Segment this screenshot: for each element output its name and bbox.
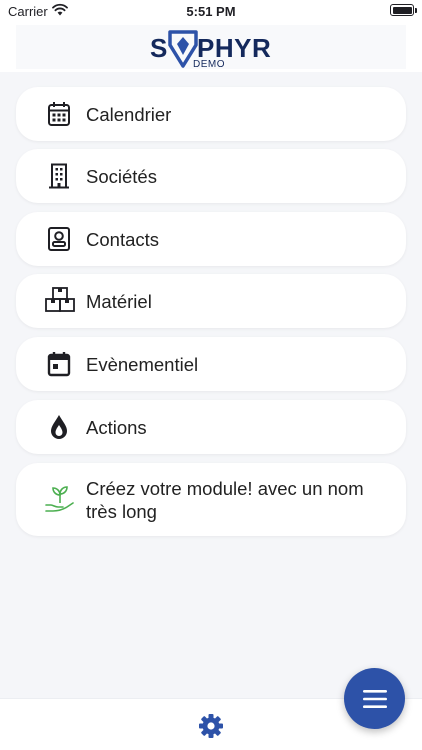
menu-item-evenementiel[interactable]: Evènementiel (16, 337, 406, 391)
app-logo: S PHYR DEMO (150, 29, 272, 71)
drop-icon (46, 414, 72, 440)
menu-item-actions[interactable]: Actions (16, 400, 406, 454)
menu-item-custom-module[interactable]: Créez votre module! avec un nom très lon… (16, 463, 406, 536)
calendar-grid-icon (46, 101, 72, 127)
logo-text-left: S (150, 33, 168, 63)
app-header: S PHYR DEMO (0, 22, 422, 72)
contact-card-icon (46, 226, 72, 252)
menu-item-calendrier[interactable]: Calendrier (16, 87, 406, 141)
menu-item-contacts[interactable]: Contacts (16, 212, 406, 266)
menu-item-materiel[interactable]: Matériel (16, 274, 406, 328)
status-time: 5:51 PM (186, 4, 236, 19)
boxes-icon (44, 287, 76, 313)
menu-item-label: Créez votre module! avec un nom très lon… (86, 478, 364, 522)
building-icon (46, 163, 72, 189)
menu-item-label: Matériel (86, 291, 152, 312)
menu-item-societes[interactable]: Sociétés (16, 149, 406, 203)
menu-item-label: Sociétés (86, 166, 157, 187)
menu-item-label: Evènementiel (86, 354, 199, 375)
status-bar: Carrier 5:51 PM (0, 0, 422, 22)
gear-icon[interactable] (198, 713, 224, 744)
logo-subtitle: DEMO (193, 59, 225, 70)
menu-item-label: Actions (86, 417, 147, 438)
menu-fab-button[interactable] (344, 668, 405, 729)
calendar-event-icon (46, 351, 72, 377)
header-inner: S PHYR DEMO (16, 25, 406, 71)
battery-icon (390, 4, 417, 16)
hamburger-icon (362, 689, 387, 708)
plant-hand-icon (44, 486, 76, 512)
menu-item-label: Contacts (86, 229, 160, 250)
menu-item-label: Calendrier (86, 104, 172, 125)
